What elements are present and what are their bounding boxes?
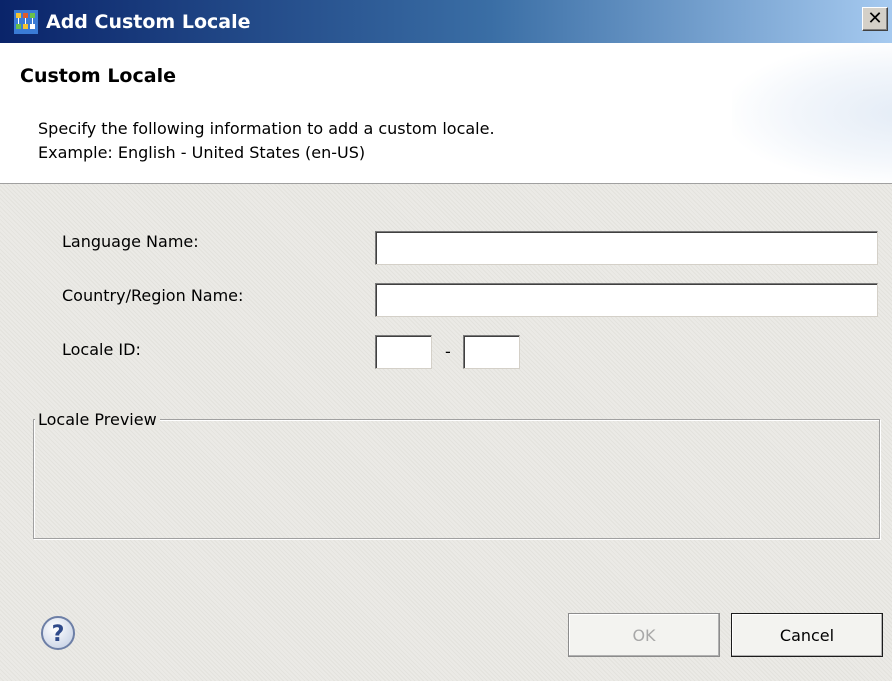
locale-id-label: Locale ID: bbox=[62, 340, 141, 359]
language-name-label: Language Name: bbox=[62, 232, 199, 251]
locale-preview-group bbox=[33, 419, 880, 539]
add-custom-locale-dialog: Add Custom Locale ✕ Custom Locale Specif… bbox=[0, 0, 892, 681]
country-region-input[interactable] bbox=[375, 283, 878, 317]
description-line: Specify the following information to add… bbox=[38, 119, 495, 138]
title-bar[interactable]: Add Custom Locale ✕ bbox=[0, 0, 892, 43]
ok-button-label: OK bbox=[632, 625, 656, 645]
locale-preview-legend: Locale Preview bbox=[35, 410, 160, 429]
window-title: Add Custom Locale bbox=[46, 10, 251, 33]
locale-id-country-input[interactable] bbox=[463, 335, 520, 369]
cancel-button[interactable]: Cancel bbox=[731, 613, 883, 657]
locale-id-separator: - bbox=[445, 342, 451, 361]
app-icon bbox=[14, 9, 38, 34]
locale-id-language-input[interactable] bbox=[375, 335, 432, 369]
svg-text:?: ? bbox=[52, 622, 65, 647]
banner-header: Custom Locale Specify the following info… bbox=[0, 43, 892, 184]
page-title: Custom Locale bbox=[20, 65, 176, 87]
close-button[interactable]: ✕ bbox=[862, 7, 888, 31]
page-description: Specify the following information to add… bbox=[38, 117, 495, 165]
banner-decoration bbox=[732, 43, 892, 183]
close-icon: ✕ bbox=[867, 8, 883, 29]
ok-button[interactable]: OK bbox=[568, 613, 720, 657]
cancel-button-label: Cancel bbox=[779, 625, 835, 645]
country-region-label: Country/Region Name: bbox=[62, 286, 244, 305]
language-name-input[interactable] bbox=[375, 231, 878, 265]
help-icon[interactable]: ? bbox=[40, 615, 76, 651]
example-line: Example: English - United States (en-US) bbox=[38, 143, 366, 162]
